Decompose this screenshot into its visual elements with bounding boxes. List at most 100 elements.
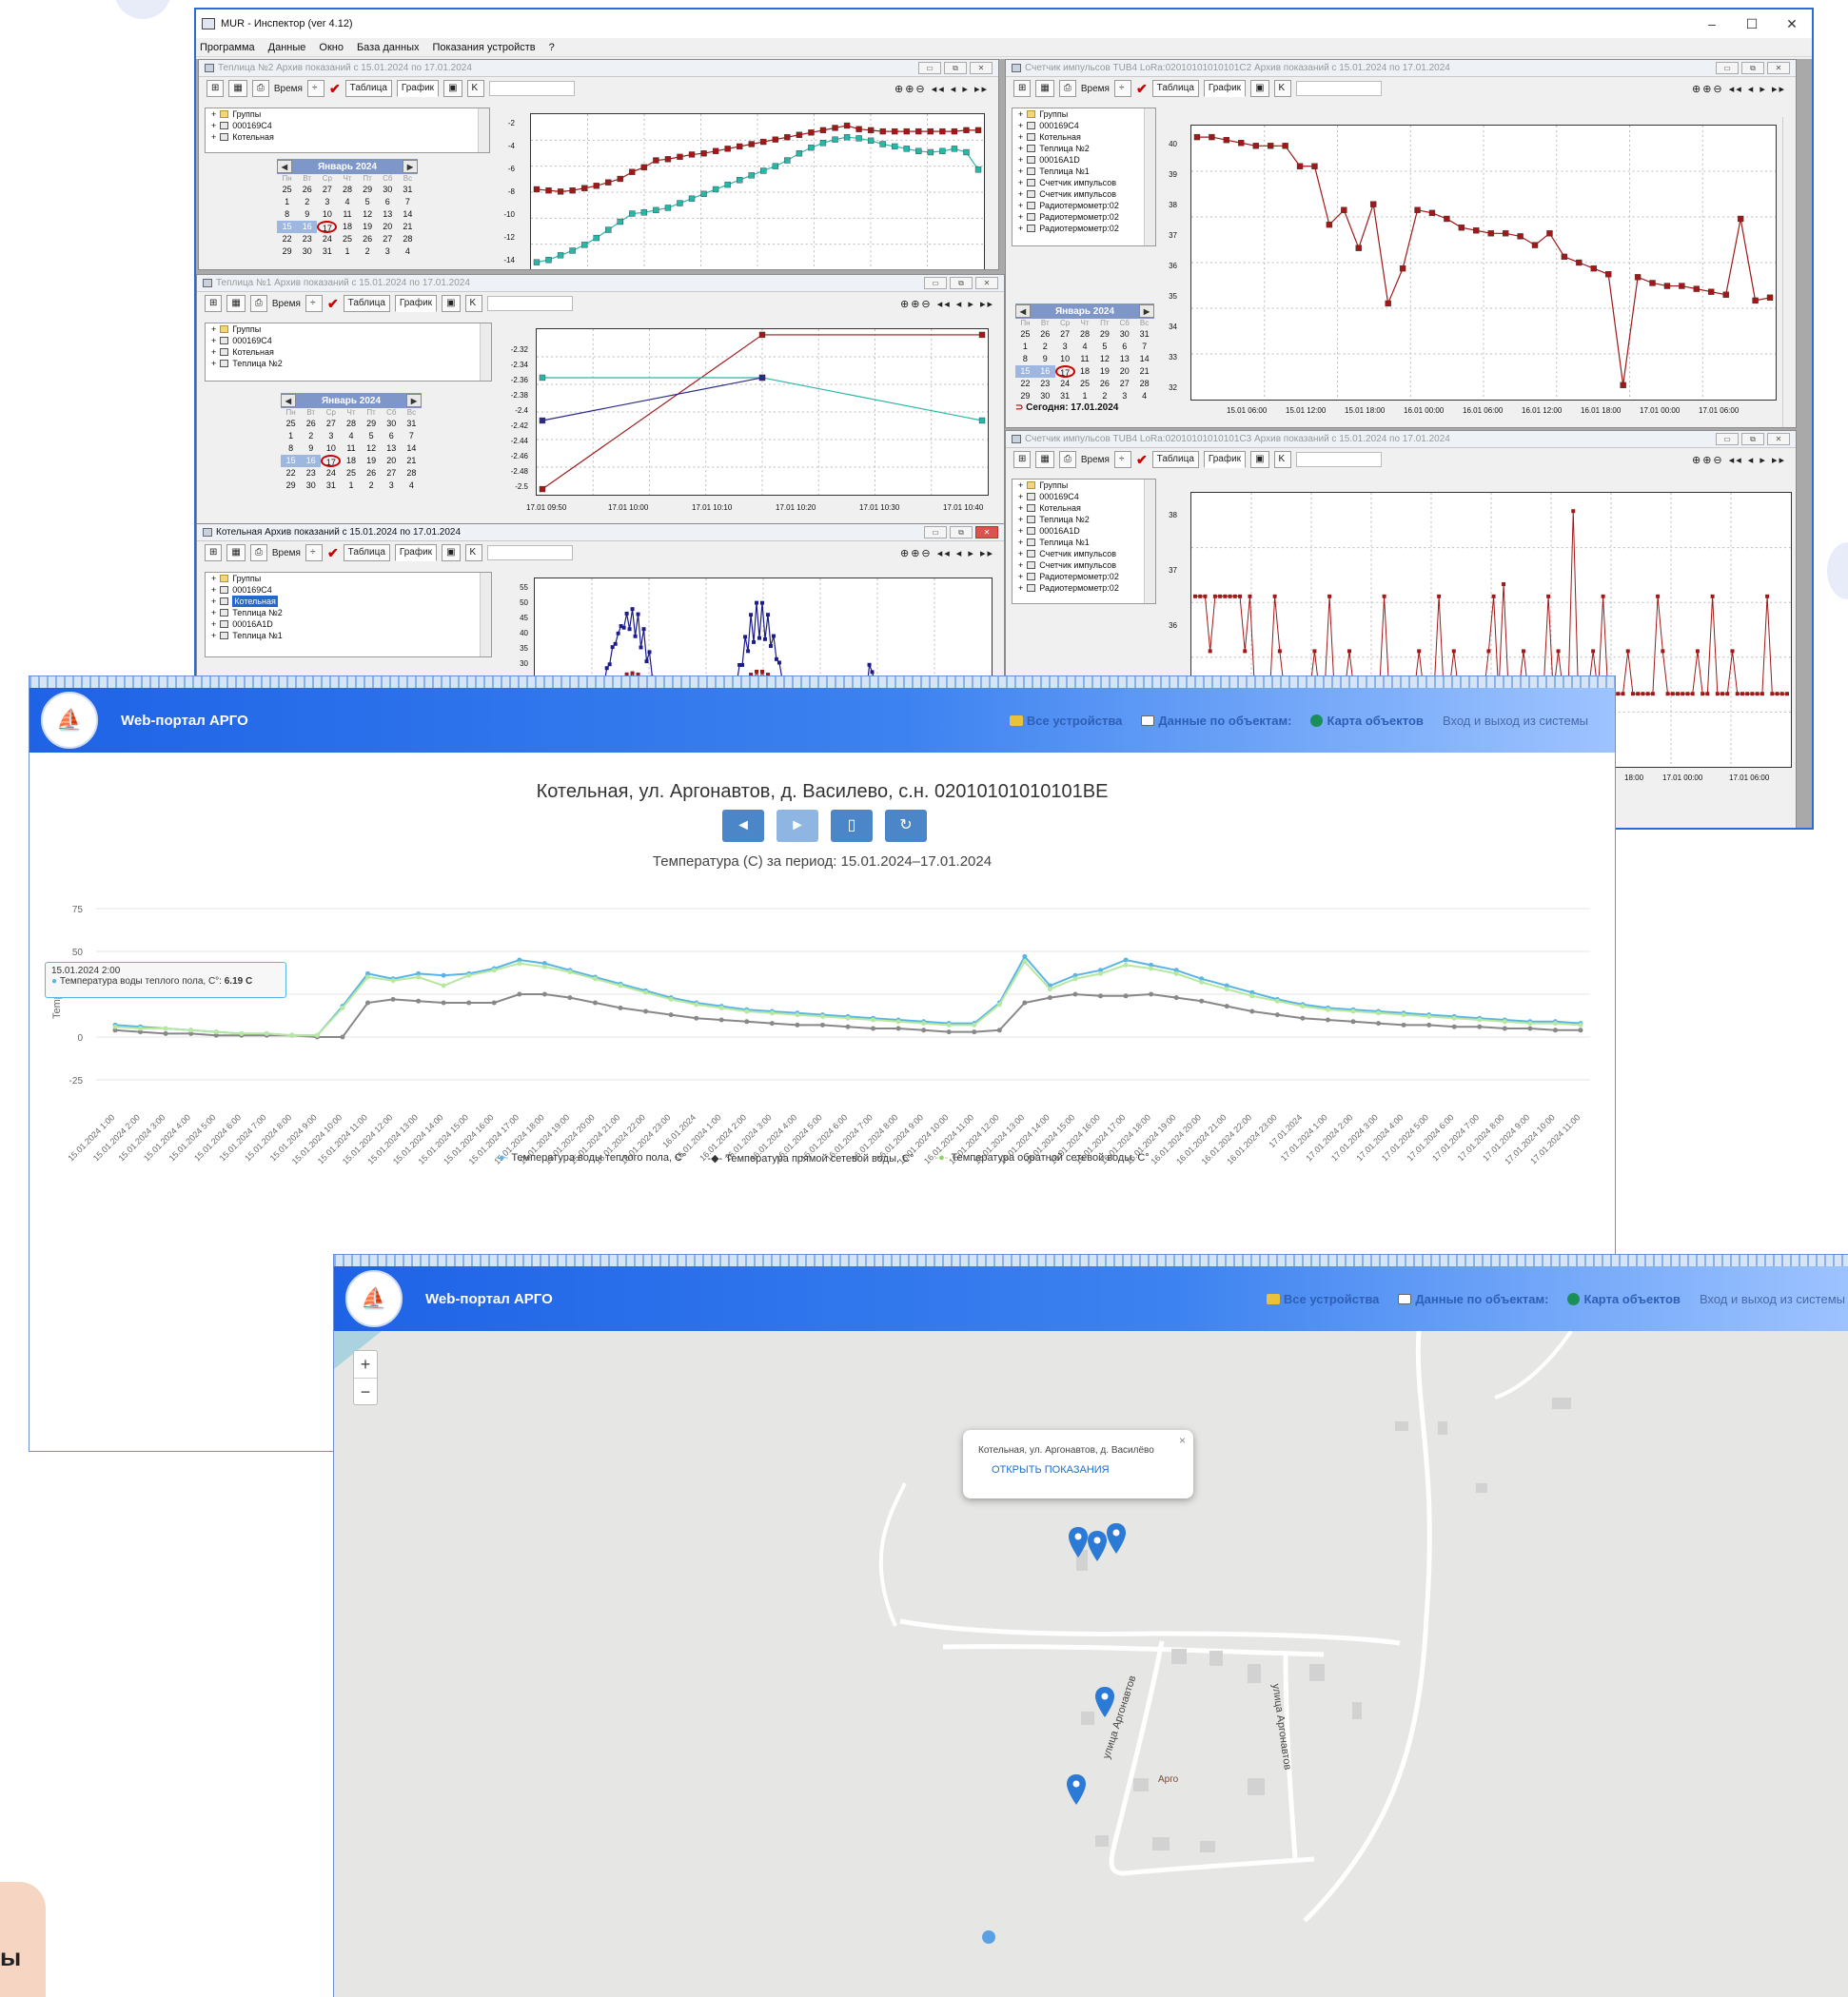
tree-item[interactable]: + Теплица №1: [1012, 537, 1155, 548]
k-button[interactable]: K: [464, 544, 482, 561]
calendar-day[interactable]: 29: [358, 184, 378, 196]
tree-toggle-button[interactable]: ⊞: [1013, 80, 1032, 97]
calendar-day[interactable]: 11: [341, 442, 361, 455]
zoom-nav-controls[interactable]: ⊕⊕⊖ ◂◂ ◂ ▸ ▸▸: [900, 547, 1004, 559]
calendar-day[interactable]: 30: [378, 184, 398, 196]
calendar-day[interactable]: 2: [362, 480, 382, 492]
legend-item-floor[interactable]: -●- Температура воды теплого пола, С°: [495, 1152, 686, 1165]
tree-item[interactable]: + Группы: [1012, 480, 1155, 491]
window-restore-button[interactable]: ⧉: [1741, 62, 1764, 74]
screen-button[interactable]: ▣: [443, 80, 462, 97]
table-icon-button[interactable]: ▦: [1035, 451, 1054, 468]
calendar-day[interactable]: 10: [317, 208, 337, 221]
counter-c2-chart[interactable]: [1190, 125, 1777, 401]
calendar-day[interactable]: 4: [341, 430, 361, 442]
legend-item-return[interactable]: -●- Температура обратной сетевой воды, С…: [934, 1152, 1149, 1165]
calendar-day[interactable]: 29: [1094, 328, 1114, 341]
calendar-day[interactable]: 2: [1035, 341, 1055, 353]
refresh-button[interactable]: ↻: [885, 810, 927, 842]
tree-item[interactable]: + Теплица №1: [1012, 166, 1155, 177]
tree-item[interactable]: + 000169C4: [206, 584, 491, 596]
calendar-day[interactable]: 6: [382, 430, 402, 442]
calendar-day[interactable]: 9: [1035, 353, 1055, 365]
calendar-day[interactable]: 1: [281, 430, 301, 442]
calendar-day[interactable]: 27: [1055, 328, 1075, 341]
search-field[interactable]: [1295, 81, 1382, 96]
calendar-day[interactable]: 28: [1075, 328, 1095, 341]
calendar-day[interactable]: 24: [321, 467, 341, 480]
calendar-day[interactable]: 5: [358, 196, 378, 208]
time-spinner[interactable]: ÷: [1113, 451, 1131, 468]
window-close-button[interactable]: ✕: [1767, 62, 1790, 74]
calendar-day[interactable]: 1: [337, 245, 357, 258]
tree-item[interactable]: + Котельная: [1012, 131, 1155, 143]
calendar-day[interactable]: 15: [277, 221, 298, 233]
close-button[interactable]: ✕: [1772, 16, 1812, 32]
export-button[interactable]: ⎙: [1058, 80, 1076, 97]
tree-item[interactable]: + Теплица №1: [206, 630, 491, 641]
calendar-day[interactable]: 28: [341, 418, 361, 430]
calendar-day[interactable]: 26: [297, 184, 317, 196]
calendar-day[interactable]: 1: [341, 480, 361, 492]
tree-item[interactable]: + Радиотермометр:02: [1012, 582, 1155, 594]
calendar-prev-button[interactable]: ◀: [277, 160, 292, 173]
tree-scrollbar[interactable]: [1144, 480, 1155, 603]
calendar-day[interactable]: 25: [277, 184, 297, 196]
calendar-day[interactable]: 16: [297, 221, 318, 233]
search-field[interactable]: [486, 545, 573, 560]
device-tree[interactable]: + Группы + 000169C4 + Котельная: [205, 108, 490, 153]
tree-item[interactable]: + 00016A1D: [1012, 525, 1155, 537]
export-button[interactable]: ⎙: [251, 80, 269, 97]
calendar-day[interactable]: 3: [378, 245, 398, 258]
tree-item[interactable]: + 00016A1D: [206, 618, 491, 630]
tree-toggle-button[interactable]: ⊞: [205, 295, 223, 312]
device-tree[interactable]: + Группы + 000169C4 + Котельная + Теплиц…: [205, 323, 492, 382]
zoom-nav-controls[interactable]: ⊕⊕⊖ ◂◂ ◂ ▸ ▸▸: [1692, 454, 1796, 466]
table-icon-button[interactable]: ▦: [226, 544, 246, 561]
graph-tab[interactable]: График: [396, 80, 440, 97]
argo-logo[interactable]: ⛵: [345, 1270, 403, 1327]
k-button[interactable]: K: [464, 295, 482, 312]
tree-item[interactable]: + Группы: [206, 323, 491, 335]
calendar-day[interactable]: 7: [398, 196, 418, 208]
calendar-day[interactable]: 13: [1114, 353, 1134, 365]
table-icon-button[interactable]: ▦: [228, 80, 247, 97]
calendar-day[interactable]: 10: [1055, 353, 1075, 365]
calendar-day[interactable]: 24: [1055, 378, 1075, 390]
calendar-day[interactable]: 25: [341, 467, 361, 480]
screen-button[interactable]: ▣: [1250, 80, 1269, 97]
calendar-day[interactable]: 5: [1094, 341, 1114, 353]
calendar-day[interactable]: 29: [281, 480, 301, 492]
tree-item[interactable]: + Счетчик импульсов: [1012, 177, 1155, 188]
calendar-day[interactable]: 17: [317, 221, 338, 233]
tree-item[interactable]: + Теплица №2: [1012, 514, 1155, 525]
time-spinner[interactable]: ÷: [305, 295, 323, 312]
calendar-day[interactable]: 1: [1015, 341, 1035, 353]
calendar-day[interactable]: 11: [1075, 353, 1095, 365]
menu-database[interactable]: База данных: [357, 42, 420, 53]
window-restore-button[interactable]: ⧉: [1741, 433, 1764, 445]
calendar-day[interactable]: 21: [1134, 365, 1154, 378]
calendar-prev-button[interactable]: ◀: [1015, 304, 1031, 318]
calendar-grid[interactable]: Пн Вт Ср Чт Пт Сб Вс 25 26 27 28 29 30 31 1 2 3 4 5 6 7 8 9 10 1…: [281, 408, 422, 492]
export-button[interactable]: ⎙: [249, 544, 267, 561]
tree-item[interactable]: + Котельная: [206, 346, 491, 358]
calendar-day[interactable]: 6: [378, 196, 398, 208]
tree-item[interactable]: + Теплица №2: [206, 358, 491, 369]
calendar-day[interactable]: 2: [358, 245, 378, 258]
calendar-next-button[interactable]: ▶: [406, 394, 422, 407]
minimize-button[interactable]: –: [1692, 16, 1732, 31]
nav-login-logout[interactable]: Вход и выход из системы: [1700, 1292, 1845, 1306]
tree-toggle-button[interactable]: ⊞: [206, 80, 225, 97]
tree-item[interactable]: + Радиотермометр:02: [1012, 223, 1155, 234]
calendar-day[interactable]: 7: [402, 430, 422, 442]
calendar-day[interactable]: 27: [317, 184, 337, 196]
map-pin-icon[interactable]: [1088, 1531, 1107, 1561]
apply-check-icon[interactable]: ✔: [329, 81, 341, 97]
calendar-day[interactable]: 22: [1015, 378, 1035, 390]
calendar-day[interactable]: 13: [382, 442, 402, 455]
tree-item[interactable]: + Радиотермометр:02: [1012, 211, 1155, 223]
table-tab[interactable]: Таблица: [1151, 451, 1199, 468]
today-label[interactable]: ⊃ Сегодня: 17.01.2024: [1015, 402, 1154, 413]
zoom-nav-controls[interactable]: ⊕⊕⊖ ◂◂ ◂ ▸ ▸▸: [1692, 83, 1796, 95]
